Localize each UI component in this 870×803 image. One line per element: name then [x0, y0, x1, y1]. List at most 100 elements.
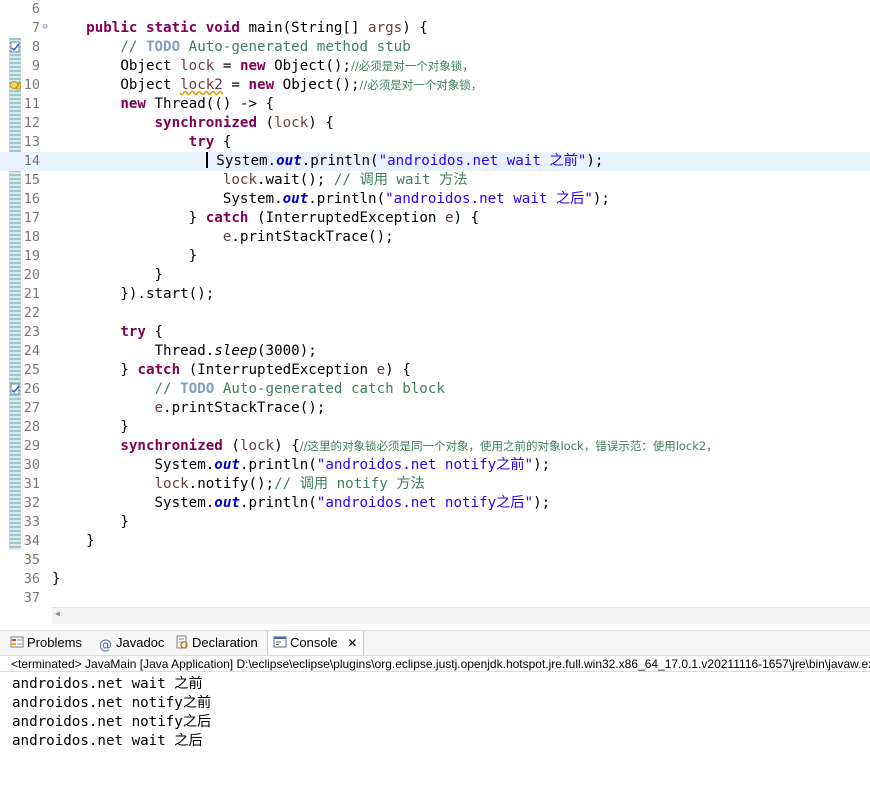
code-text[interactable]: synchronized (lock) {//这里的对象锁必须是同一个对象，使用…: [52, 437, 717, 456]
code-line[interactable]: 22: [0, 304, 870, 323]
code-text[interactable]: lock.wait(); // 调用 wait 方法: [52, 171, 468, 190]
code-line[interactable]: 33 }: [0, 513, 870, 532]
code-text[interactable]: } catch (InterruptedException e) {: [52, 209, 479, 228]
code-token: out: [282, 191, 309, 207]
tab-problems[interactable]: Problems: [10, 631, 82, 655]
close-icon[interactable]: ✕: [347, 636, 357, 650]
task-marker-icon[interactable]: [10, 383, 21, 395]
code-text[interactable]: public static void main(String[] args) {: [52, 19, 428, 38]
code-line[interactable]: 32 System.out.println("androidos.net not…: [0, 494, 870, 513]
code-text[interactable]: new Thread(() -> {: [52, 95, 274, 114]
code-text[interactable]: }: [52, 513, 129, 532]
console-output[interactable]: androidos.net wait 之前 androidos.net noti…: [0, 673, 870, 803]
code-line[interactable]: 31 lock.notify();// 调用 notify 方法: [0, 475, 870, 494]
code-text[interactable]: // TODO Auto-generated catch block: [52, 380, 445, 399]
code-text[interactable]: System.out.println("androidos.net notify…: [52, 494, 551, 513]
code-token: ) {: [385, 362, 411, 378]
code-text[interactable]: lock.notify();// 调用 notify 方法: [52, 475, 425, 494]
code-line[interactable]: 14 System.out.println("androidos.net wai…: [0, 152, 870, 171]
code-text[interactable]: System.out.println("androidos.net wait 之…: [52, 152, 603, 171]
code-line[interactable]: 24 Thread.sleep(3000);: [0, 342, 870, 361]
code-line[interactable]: 26 // TODO Auto-generated catch block: [0, 380, 870, 399]
code-text[interactable]: Thread.sleep(3000);: [52, 342, 317, 361]
code-token: Auto-generated catch block: [214, 381, 445, 397]
code-text[interactable]: Object lock = new Object();//必须是对一个对象锁，: [52, 57, 473, 76]
code-text[interactable]: try {: [52, 133, 232, 152]
code-line[interactable]: 20 }: [0, 266, 870, 285]
code-text[interactable]: System.out.println("androidos.net notify…: [52, 456, 551, 475]
code-token: =: [214, 58, 240, 74]
code-text[interactable]: }: [52, 266, 164, 285]
tab-javadoc[interactable]: @ Javadoc: [99, 631, 164, 655]
warning-marker-icon[interactable]: [10, 79, 21, 91]
code-line[interactable]: 25 } catch (InterruptedException e) {: [0, 361, 870, 380]
code-line[interactable]: 12 synchronized (lock) {: [0, 114, 870, 133]
line-number: 24: [23, 343, 40, 359]
code-token: public static void: [86, 20, 240, 36]
code-text[interactable]: }: [52, 418, 129, 437]
code-line[interactable]: 10 Object lock2 = new Object();//必须是对一个对…: [0, 76, 870, 95]
code-token: TODO: [180, 381, 215, 397]
scroll-left-icon[interactable]: ◀: [55, 609, 60, 618]
tab-console[interactable]: Console ✕: [267, 631, 365, 656]
code-token: .printStackTrace();: [163, 400, 326, 416]
code-line[interactable]: 7 ⊖ public static void main(String[] args…: [0, 19, 870, 38]
javadoc-icon: @: [99, 638, 112, 653]
code-line[interactable]: 17 } catch (InterruptedException e) {: [0, 209, 870, 228]
code-token: args: [368, 20, 403, 36]
code-text[interactable]: System.out.println("androidos.net wait 之…: [52, 190, 610, 209]
code-line[interactable]: 19 }: [0, 247, 870, 266]
console-icon: [273, 636, 287, 648]
code-text[interactable]: }: [52, 570, 61, 589]
code-token: .printStackTrace();: [231, 229, 394, 245]
code-token: }: [188, 248, 198, 264]
code-line[interactable]: 15 lock.wait(); // 调用 wait 方法: [0, 171, 870, 190]
code-line[interactable]: 6: [0, 0, 870, 19]
code-line[interactable]: 29 synchronized (lock) {//这里的对象锁必须是同一个对象…: [0, 437, 870, 456]
code-line[interactable]: 23 try {: [0, 323, 870, 342]
code-text[interactable]: try {: [52, 323, 163, 342]
code-line[interactable]: 11 new Thread(() -> {: [0, 95, 870, 114]
task-marker-icon[interactable]: [10, 41, 21, 53]
code-token: lock: [222, 172, 258, 188]
code-line[interactable]: 16 System.out.println("androidos.net wai…: [0, 190, 870, 209]
code-text[interactable]: synchronized (lock) {: [52, 114, 334, 133]
line-number: 14: [23, 153, 40, 169]
code-token: Auto-generated method stub: [180, 39, 411, 55]
code-line[interactable]: 8 // TODO Auto-generated method stub: [0, 38, 870, 57]
code-line[interactable]: 37: [0, 589, 870, 607]
tab-declaration[interactable]: Declaration: [175, 631, 258, 655]
code-token: Object: [120, 58, 181, 74]
code-line[interactable]: 18 e.printStackTrace();: [0, 228, 870, 247]
code-text[interactable]: Object lock2 = new Object();//必须是对一个对象锁，: [52, 76, 482, 95]
code-token: System.: [216, 153, 277, 169]
code-text[interactable]: }).start();: [52, 285, 214, 304]
code-text[interactable]: e.printStackTrace();: [52, 228, 394, 247]
code-line[interactable]: 9 Object lock = new Object();//必须是对一个对象锁…: [0, 57, 870, 76]
code-text[interactable]: e.printStackTrace();: [52, 399, 326, 418]
code-token: );: [533, 457, 551, 473]
line-number: 35: [23, 552, 40, 568]
code-line[interactable]: 21 }).start();: [0, 285, 870, 304]
code-line[interactable]: 36}: [0, 570, 870, 589]
code-editor[interactable]: 6 7 ⊖ public static void main(String[] arg…: [0, 0, 870, 607]
code-line[interactable]: 35: [0, 551, 870, 570]
code-token: // 调用 wait 方法: [333, 172, 468, 188]
fold-toggle-icon[interactable]: ⊖: [40, 19, 50, 38]
code-token: {: [145, 324, 164, 340]
code-text[interactable]: // TODO Auto-generated method stub: [52, 38, 411, 57]
line-number: 29: [23, 438, 40, 454]
console-status-line: <terminated> JavaMain [Java Application]…: [0, 655, 870, 672]
code-line[interactable]: 27 e.printStackTrace();: [0, 399, 870, 418]
code-line[interactable]: 34 }: [0, 532, 870, 551]
code-line[interactable]: 30 System.out.println("androidos.net not…: [0, 456, 870, 475]
code-text[interactable]: }: [52, 247, 198, 266]
code-token: }: [154, 267, 164, 283]
code-text[interactable]: }: [52, 532, 95, 551]
horizontal-scrollbar[interactable]: ◀: [52, 607, 870, 624]
code-text[interactable]: } catch (InterruptedException e) {: [52, 361, 411, 380]
code-line[interactable]: 28 }: [0, 418, 870, 437]
declaration-icon: [176, 635, 188, 649]
code-token: =: [222, 77, 249, 93]
code-line[interactable]: 13 try {: [0, 133, 870, 152]
